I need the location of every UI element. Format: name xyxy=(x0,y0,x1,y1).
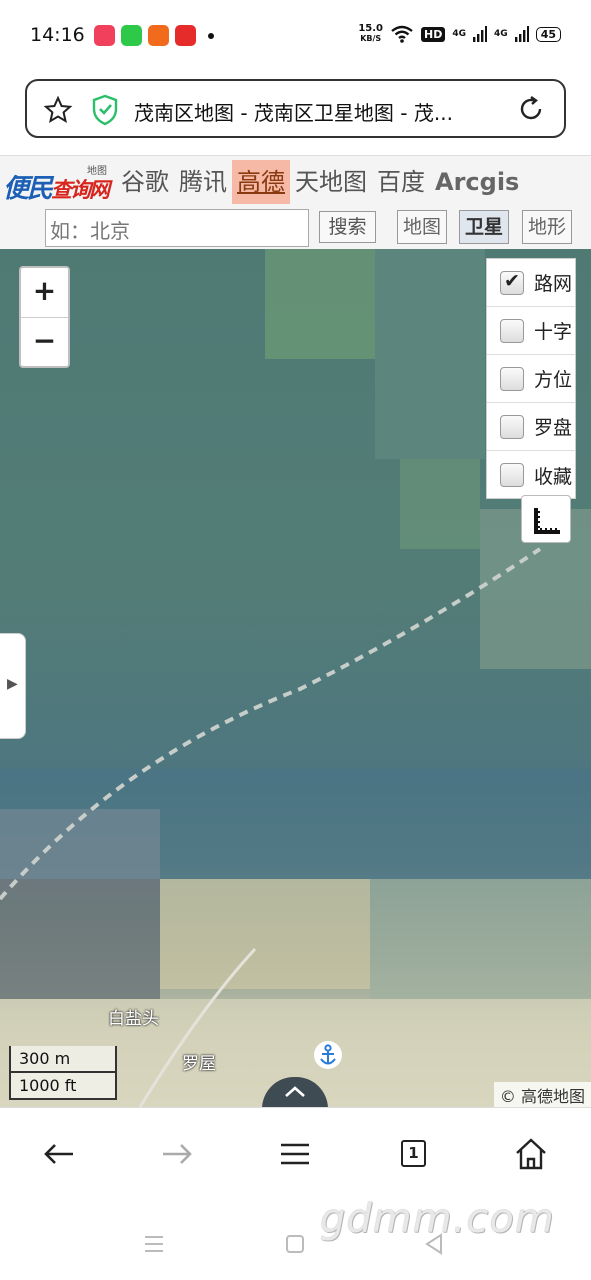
signal-bars-icon-2 xyxy=(514,26,529,42)
network-speed-value: 15.0 xyxy=(358,23,384,34)
layer-favorites[interactable]: 收藏 xyxy=(487,451,575,499)
provider-google[interactable]: 谷歌 xyxy=(116,160,174,204)
home-icon[interactable] xyxy=(513,1136,549,1172)
status-time: 14:16 xyxy=(30,24,85,46)
toutiao-app-icon xyxy=(175,25,196,46)
chevron-up-icon xyxy=(285,1086,305,1097)
zoom-control: + − xyxy=(19,266,70,368)
place-label-baiyantou: 白盐头 xyxy=(108,1009,159,1029)
network-speed-unit: KB/S xyxy=(360,34,382,43)
screen: 14:16 15.0 KB/S HD 4G 4G 45 茂南区地图 - 茂南区卫… xyxy=(0,0,591,1280)
layer-cross[interactable]: 十字 xyxy=(487,307,575,355)
layer-cross-checkbox[interactable] xyxy=(500,318,524,343)
back-icon[interactable] xyxy=(41,1136,77,1172)
reload-icon[interactable] xyxy=(516,94,546,124)
more-notifications-dot xyxy=(208,32,214,39)
layer-favorites-checkbox[interactable] xyxy=(500,463,524,487)
place-label-luowu: 罗屋 xyxy=(182,1054,216,1074)
layer-compass-checkbox[interactable] xyxy=(500,414,524,439)
map-type-map[interactable]: 地图 xyxy=(397,210,447,244)
menu-icon[interactable] xyxy=(277,1136,313,1172)
layer-panel: 路网 十字 方位 罗盘 收藏 xyxy=(486,258,576,499)
status-bar: 14:16 15.0 KB/S HD 4G 4G 45 xyxy=(0,0,591,70)
provider-arcgis[interactable]: Arcgis xyxy=(430,160,524,204)
ruler-icon xyxy=(534,508,560,534)
zoom-out-button[interactable]: − xyxy=(21,317,68,366)
layer-favorites-label: 收藏 xyxy=(534,465,573,488)
provider-gaode[interactable]: 高德 xyxy=(232,160,290,204)
site-logo[interactable]: 便民查询网 地图 xyxy=(3,160,111,204)
signal-label-1: 4G xyxy=(452,29,467,39)
battery-level: 45 xyxy=(535,26,561,42)
map-provider-tabs: 谷歌 腾讯 高德 天地图 百度 Arcgis xyxy=(116,160,524,204)
layer-compass[interactable]: 罗盘 xyxy=(487,403,575,451)
recent-apps-icon[interactable] xyxy=(143,1235,165,1253)
measure-tool-button[interactable] xyxy=(521,495,571,543)
status-indicators: 15.0 KB/S HD 4G 4G 45 xyxy=(358,24,561,44)
logo-text-part-1: 便民 xyxy=(3,174,53,204)
satellite-map[interactable]: + − 路网 十字 方位 罗盘 收藏 xyxy=(0,249,591,1107)
layer-cross-label: 十字 xyxy=(534,321,573,343)
notification-icons xyxy=(94,25,214,46)
layer-direction[interactable]: 方位 xyxy=(487,355,575,403)
map-scale: 300 m 1000 ft xyxy=(9,1046,117,1100)
site-header: 便民查询网 地图 谷歌 腾讯 高德 天地图 百度 Arcgis 如：北京 搜索 … xyxy=(0,155,591,249)
security-shield-icon[interactable] xyxy=(91,94,119,126)
iqiyi-app-icon xyxy=(121,25,142,46)
video-app-icon xyxy=(94,25,115,46)
logo-text-part-2: 查询网 xyxy=(51,178,110,202)
forward-icon[interactable] xyxy=(159,1136,195,1172)
home-nav-icon[interactable] xyxy=(285,1234,305,1254)
layer-compass-label: 罗盘 xyxy=(534,417,573,439)
map-type-satellite[interactable]: 卫星 xyxy=(459,210,509,244)
browser-toolbar: 1 xyxy=(0,1107,591,1199)
layer-road[interactable]: 路网 xyxy=(487,259,575,307)
signal-bars-icon xyxy=(473,26,488,42)
tabs-button[interactable]: 1 xyxy=(401,1140,426,1167)
wifi-icon xyxy=(391,25,413,43)
provider-tianditu[interactable]: 天地图 xyxy=(290,160,372,204)
network-speed: 15.0 KB/S xyxy=(358,24,383,44)
side-panel-toggle[interactable]: ▶ xyxy=(0,633,26,739)
watermark: gdmm.com xyxy=(320,1196,555,1242)
map-type-terrain[interactable]: 地形 xyxy=(522,210,572,244)
zoom-in-button[interactable]: + xyxy=(21,268,68,317)
provider-baidu[interactable]: 百度 xyxy=(372,160,430,204)
bookmark-star-icon[interactable] xyxy=(43,95,73,125)
scale-imperial: 1000 ft xyxy=(9,1073,117,1100)
layer-direction-checkbox[interactable] xyxy=(500,366,524,391)
search-button[interactable]: 搜索 xyxy=(319,211,376,243)
page-title[interactable]: 茂南区地图 - 茂南区卫星地图 - 茂... xyxy=(134,97,453,126)
address-bar[interactable]: 茂南区地图 - 茂南区卫星地图 - 茂... xyxy=(25,79,566,138)
layer-road-checkbox[interactable] xyxy=(500,270,524,295)
provider-tencent[interactable]: 腾讯 xyxy=(174,160,232,204)
chevron-right-icon: ▶ xyxy=(7,676,18,692)
logo-subtext: 地图 xyxy=(87,166,107,177)
scale-metric: 300 m xyxy=(9,1046,117,1073)
layer-road-label: 路网 xyxy=(534,273,573,295)
taobao-app-icon xyxy=(148,25,169,46)
hd-badge: HD xyxy=(421,26,446,42)
layer-direction-label: 方位 xyxy=(534,369,573,391)
anchor-marker-icon[interactable] xyxy=(314,1041,342,1069)
signal-label-2: 4G xyxy=(494,29,508,39)
place-search-input[interactable]: 如：北京 xyxy=(45,209,309,247)
map-attribution: © 高德地图 xyxy=(493,1082,591,1107)
